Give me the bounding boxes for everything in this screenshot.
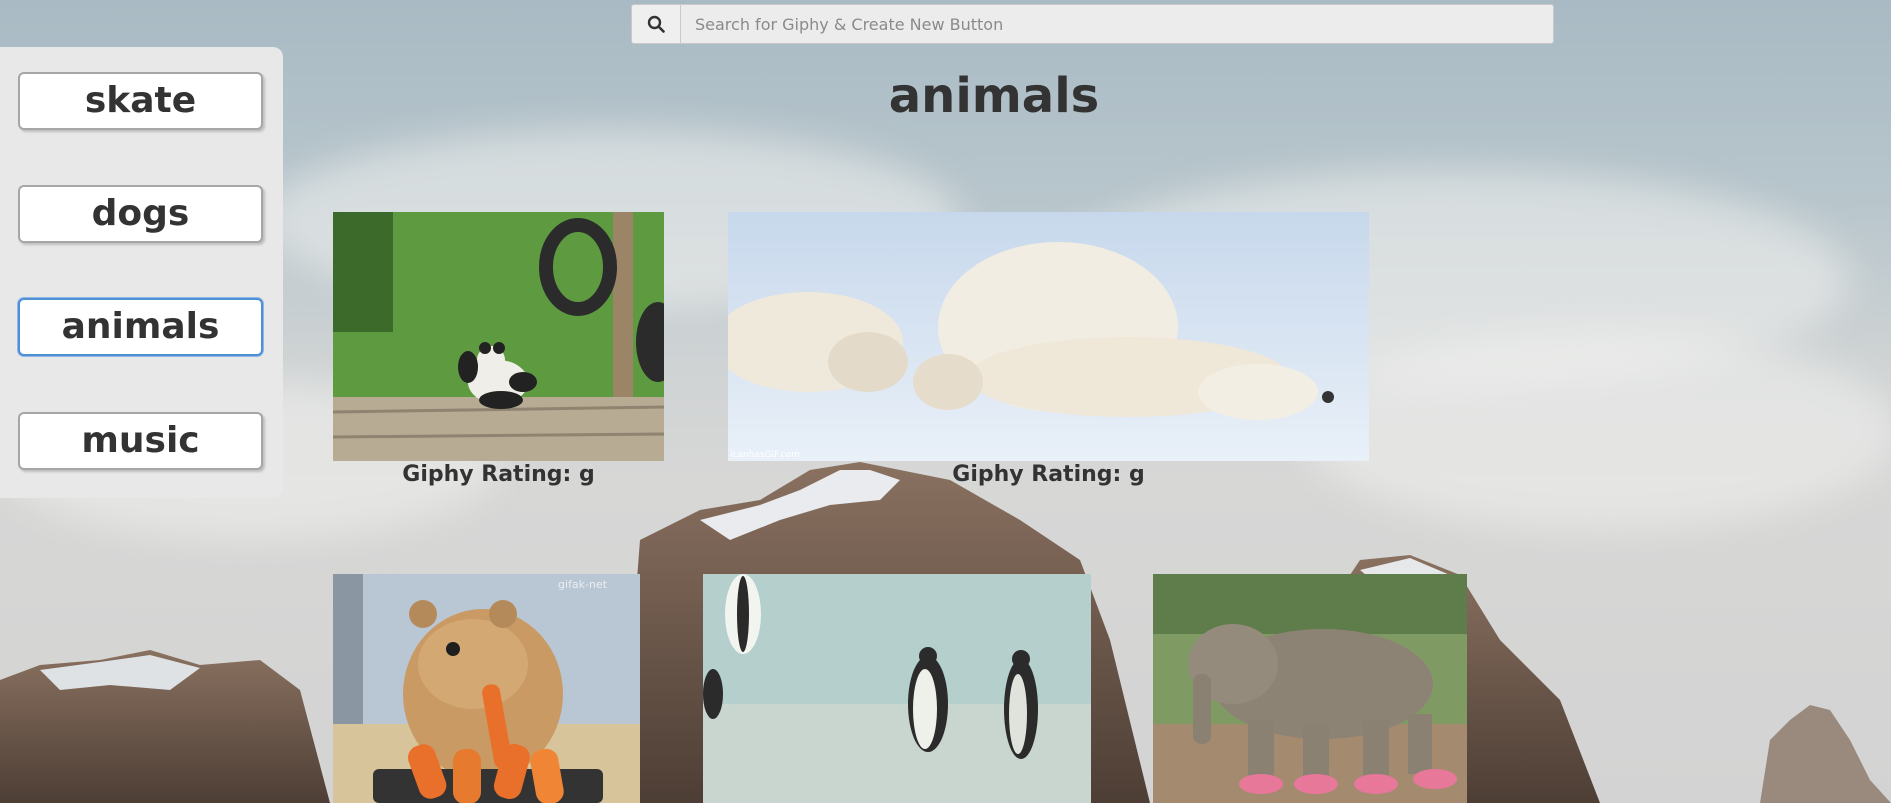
panda-image <box>333 212 664 461</box>
search-button[interactable] <box>631 4 681 44</box>
gif-penguins[interactable] <box>703 574 1091 803</box>
sidebar-item-music[interactable]: music <box>18 412 263 470</box>
search-bar <box>631 4 1554 44</box>
gif-panda-rating: Giphy Rating: g <box>402 462 595 487</box>
hamster-image: gifak-net <box>333 574 640 803</box>
gif-polar-bears[interactable]: icanhasGIF.com <box>728 212 1369 461</box>
gif-panda[interactable] <box>333 212 664 461</box>
polar-bears-image: icanhasGIF.com <box>728 212 1369 461</box>
penguins-image <box>703 574 1091 803</box>
page-title: animals <box>888 68 1100 124</box>
sidebar-item-animals[interactable]: animals <box>18 298 263 356</box>
gif-elephant[interactable] <box>1153 574 1467 803</box>
elephant-image <box>1153 574 1467 803</box>
search-icon <box>647 15 665 33</box>
search-input[interactable] <box>681 4 1554 44</box>
polar-bears-watermark: icanhasGIF.com <box>730 450 800 460</box>
gif-hamster[interactable]: gifak-net <box>333 574 640 803</box>
hamster-watermark: gifak-net <box>558 578 608 591</box>
gif-polar-bears-rating: Giphy Rating: g <box>952 462 1145 487</box>
sidebar-item-dogs[interactable]: dogs <box>18 185 263 243</box>
